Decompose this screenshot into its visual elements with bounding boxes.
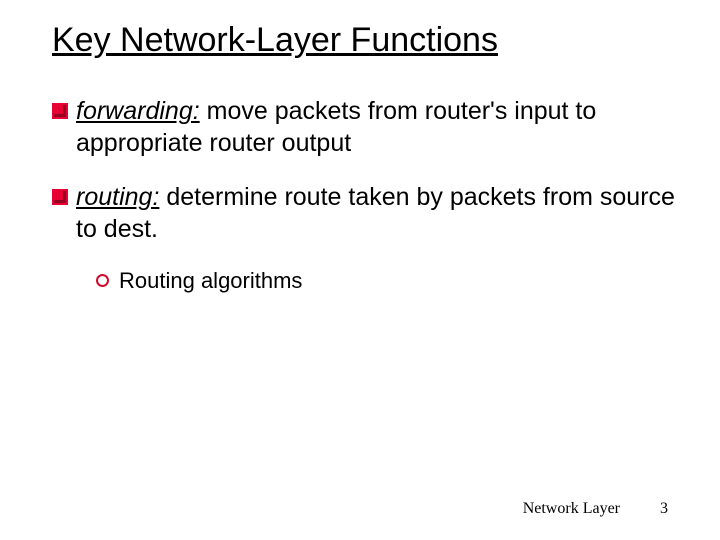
bullet-rest: determine route taken by packets from so…	[76, 183, 675, 243]
bullet-term: forwarding:	[76, 97, 200, 125]
footer-label: Network Layer	[523, 500, 620, 518]
slide-footer: Network Layer 3	[523, 500, 668, 518]
square-bullet-icon	[52, 103, 68, 119]
bullet-term: routing:	[76, 183, 159, 211]
sub-bullet-text: Routing algorithms	[119, 267, 302, 296]
slide: Key Network-Layer Functions forwarding: …	[0, 0, 720, 540]
bullet-forwarding: forwarding: move packets from router's i…	[52, 95, 680, 159]
circle-bullet-icon	[96, 274, 109, 287]
bullet-routing: routing: determine route taken by packet…	[52, 181, 680, 245]
slide-title: Key Network-Layer Functions	[52, 22, 680, 59]
bullet-body: forwarding: move packets from router's i…	[76, 95, 680, 159]
page-number: 3	[660, 500, 668, 518]
square-bullet-icon	[52, 189, 68, 205]
bullet-body: routing: determine route taken by packet…	[76, 181, 680, 245]
sub-bullet-routing-algorithms: Routing algorithms	[96, 267, 680, 296]
